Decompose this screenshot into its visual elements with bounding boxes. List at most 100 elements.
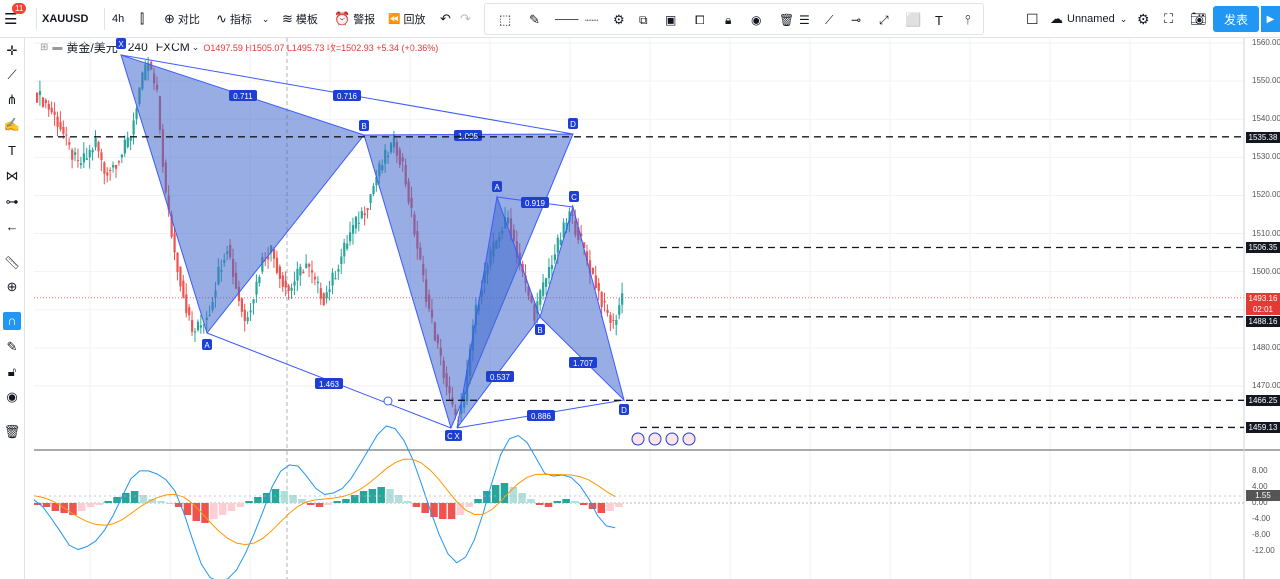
pattern-point-label: D <box>619 404 629 415</box>
svg-text:X: X <box>454 432 460 441</box>
price-level-label: 1459.13 <box>1246 422 1280 434</box>
fib-tool-icon[interactable]: ☰ <box>799 1 810 39</box>
add-circle-icon: ⊕ <box>164 11 175 26</box>
horizontal-ray-icon[interactable]: ⊸ <box>851 1 861 39</box>
chevron-down-icon: ⌄ <box>1119 13 1128 24</box>
eye-icon[interactable]: ◉ <box>3 388 21 406</box>
macd-bar <box>306 503 315 505</box>
candle-body <box>249 310 252 313</box>
svg-text:A: A <box>204 341 210 350</box>
symbol-search[interactable]: XAUUSD <box>42 0 88 38</box>
rectangle-icon[interactable]: ⬜ <box>905 1 921 39</box>
trash-icon[interactable]: 🗑︎ <box>3 423 21 441</box>
candle-body <box>155 84 159 90</box>
alert-button[interactable]: ⏰ 警报 <box>334 0 375 38</box>
macd-bar <box>113 497 121 503</box>
expand-icon[interactable]: ⊞ <box>40 42 48 53</box>
trend-line-icon[interactable]: ⟋ <box>3 66 21 84</box>
pencil-color-icon[interactable]: ✎ <box>529 1 540 39</box>
forecast-tool-icon[interactable]: ⊶ <box>3 193 21 211</box>
vertical-line-icon[interactable]: ⫯ <box>965 1 971 39</box>
crosshair-icon[interactable]: ✛ <box>3 42 21 60</box>
trend-line-icon[interactable]: ⟋ <box>825 1 833 39</box>
camera-icon[interactable]: 📷︎ <box>1190 0 1207 38</box>
candle-body <box>68 142 71 145</box>
macd-bar <box>60 503 68 513</box>
line-dash-icon[interactable]: ┈┈ <box>585 1 598 39</box>
candle-body <box>287 285 290 291</box>
signal-line <box>33 458 616 546</box>
pattern-tool-icon[interactable]: ⋈ <box>3 167 21 185</box>
candle-body <box>556 237 559 253</box>
interval-button[interactable]: 4h <box>112 0 124 38</box>
candle-body <box>404 164 407 185</box>
candle-body <box>621 293 624 305</box>
candle-body <box>153 73 156 84</box>
candle-body <box>176 252 179 273</box>
candle-body <box>372 185 375 195</box>
candle-body <box>351 225 355 234</box>
undo-icon[interactable]: ↶ <box>440 0 451 38</box>
candle-body <box>410 197 413 208</box>
macd-line <box>33 425 616 579</box>
play-icon[interactable]: ▶ <box>1261 6 1280 32</box>
price-level-label: 02:01 <box>1246 303 1280 315</box>
candle-body <box>474 304 478 326</box>
candle-body <box>369 194 372 204</box>
symbol-title: 黄金/美元 <box>66 40 118 55</box>
lock-icon[interactable]: 🔓︎ <box>3 363 21 381</box>
ratio-label: 1.707 <box>569 357 597 368</box>
text-tool-icon[interactable]: T <box>935 1 943 39</box>
macd-bar <box>78 503 86 511</box>
line-style-icon[interactable]: ─── <box>555 1 578 39</box>
back-arrow-icon[interactable]: ← <box>3 218 21 236</box>
drawing-toolbar: ⬚ ✎ ─── ┈┈ ⚙ ⧉ ▣ ⧠ 🔒︎ ◉ 🗑︎ ☰ ⟋ ⊸ ⤢ ⬜ T ⫯ <box>484 3 984 35</box>
chevron-down-icon[interactable]: ⌄ <box>192 42 200 53</box>
price-chart[interactable]: XABCDXABCD0.711 0.7161.4631.0050.5370.919… <box>0 0 1280 579</box>
candle-body <box>536 301 539 314</box>
fib-tool-icon[interactable]: ⋔ <box>3 91 21 109</box>
ray-icon[interactable]: ⤢ <box>879 1 889 39</box>
legend-source: FXCM <box>155 40 190 54</box>
candle-body <box>132 120 135 135</box>
fullscreen-icon[interactable]: ⛶ <box>1164 0 1173 38</box>
template-copy-icon[interactable]: ⧠ <box>695 1 705 39</box>
candle-body <box>419 247 422 260</box>
zoom-in-icon[interactable]: ⊕ <box>3 278 21 296</box>
templates-button[interactable]: ≋ 模板 <box>282 0 318 38</box>
candle-body <box>457 420 460 422</box>
selection-frame-icon[interactable]: ⬚ <box>499 1 511 39</box>
gear-icon[interactable]: ⚙ <box>1137 0 1150 38</box>
candle-body <box>489 250 492 266</box>
draw-mode-icon[interactable]: ✎ <box>3 338 21 356</box>
brush-icon[interactable]: ✍ <box>3 116 21 134</box>
checkbox-icon[interactable]: ☐ <box>1026 0 1039 38</box>
candle-body <box>38 91 42 96</box>
lock-icon[interactable]: 🔒︎ <box>725 1 731 39</box>
settings-gear-icon[interactable]: ⚙ <box>613 1 625 39</box>
macd-bar <box>412 503 421 507</box>
candle-body <box>585 251 589 261</box>
text-tool-icon[interactable]: T <box>3 142 21 160</box>
replay-button[interactable]: ⏪ 回放 <box>388 0 425 38</box>
candle-body <box>322 293 325 306</box>
publish-button[interactable]: 发表 <box>1213 6 1259 32</box>
magnet-icon[interactable]: ∩ <box>3 312 21 330</box>
macd-bar <box>483 491 491 503</box>
trash-icon[interactable]: 🗑︎ <box>779 1 794 39</box>
macd-bar <box>351 495 359 503</box>
ruler-icon[interactable]: 📏︎ <box>3 254 21 272</box>
indicators-button[interactable]: ∿ 指标 ⌄ <box>216 0 269 38</box>
layout-name-button[interactable]: ☁ Unnamed ⌄ <box>1050 0 1127 38</box>
eye-icon[interactable]: ◉ <box>751 1 761 39</box>
chart-type-icon[interactable]: ⫿ <box>140 0 144 38</box>
macd-bar <box>597 503 606 513</box>
macd-bar <box>315 503 324 507</box>
compare-button[interactable]: ⊕ 对比 <box>164 0 200 38</box>
redo-icon[interactable]: ↷ <box>460 0 471 38</box>
collapse-icon[interactable]: ▬ <box>52 42 62 53</box>
candle-body <box>413 214 416 235</box>
candle-body <box>208 314 211 316</box>
visibility-icon[interactable]: ▣ <box>665 1 676 39</box>
clone-icon[interactable]: ⧉ <box>639 1 648 39</box>
